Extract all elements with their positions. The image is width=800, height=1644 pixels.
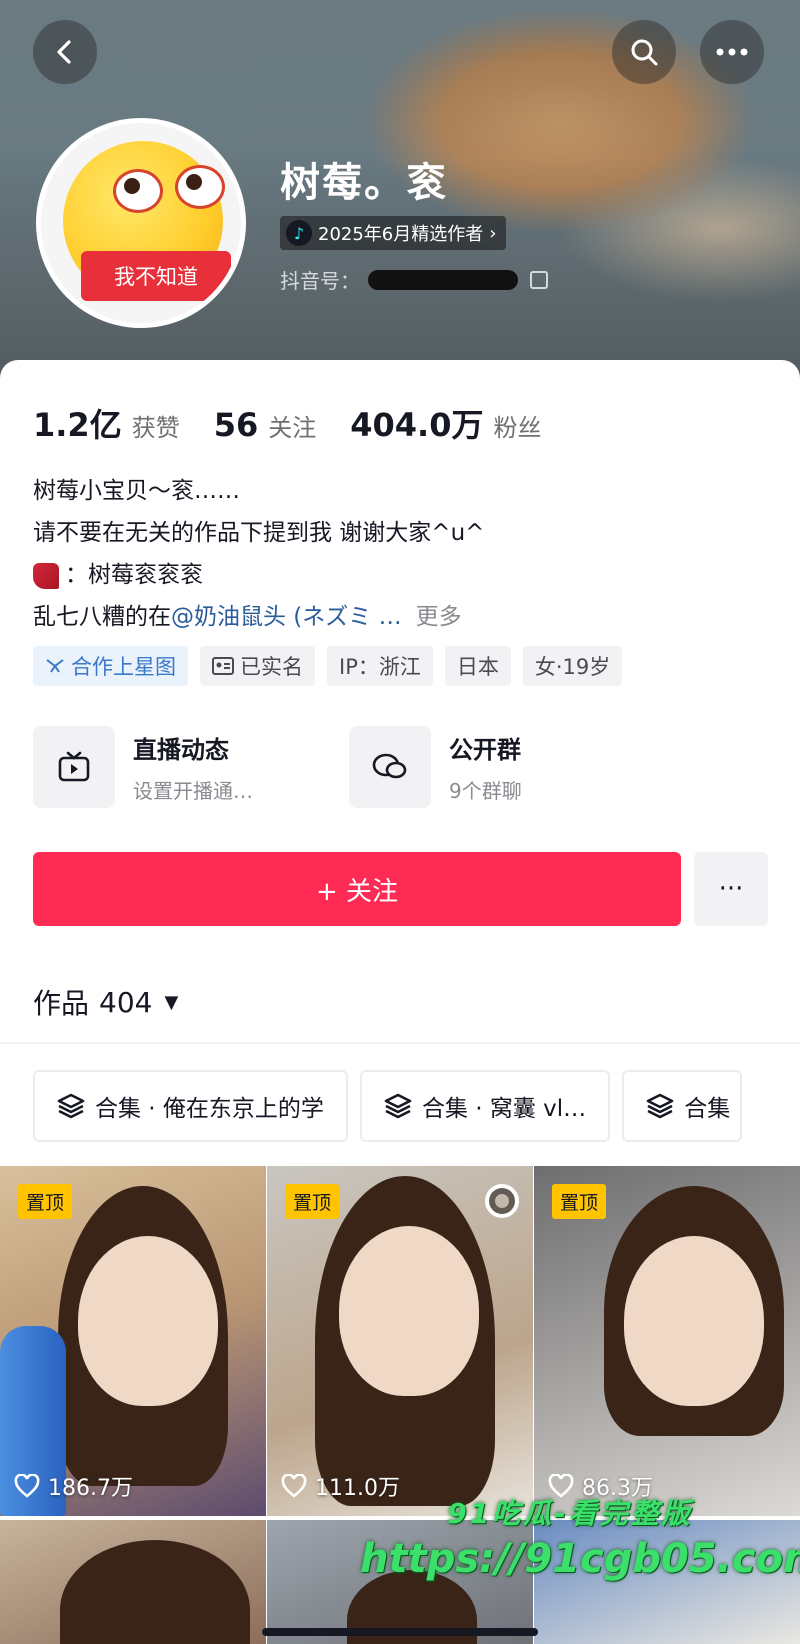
stat-followers[interactable]: 404.0万 粉丝 [350, 400, 541, 446]
douyin-id: 抖音号： [280, 265, 548, 294]
bio-more-link[interactable]: 更多 [416, 604, 462, 630]
profile-card: 1.2亿 获赞 56 关注 404.0万 粉丝 树莓小宝贝～衮…… 请不要在无关… [0, 360, 800, 1644]
copy-icon[interactable] [530, 270, 548, 289]
bio-line-4: 乱七八糟的在@奶油鼠头 (ネズミ … 更多 [33, 596, 484, 638]
stat-followers-value: 404.0万 [350, 406, 484, 444]
live-updates-link[interactable]: 直播动态 设置开播通… [33, 726, 253, 808]
back-button[interactable] [33, 20, 97, 84]
stat-following-value: 56 [213, 406, 259, 444]
follow-more-button[interactable]: ··· [694, 852, 768, 926]
tag-ip-label: IP：浙江 [339, 655, 421, 679]
tag-star-map-label: 合作上星图 [71, 655, 176, 679]
scarf-icon [33, 562, 59, 589]
stat-likes-label: 获赞 [131, 414, 180, 442]
like-count: 186.7万 [14, 1470, 133, 1502]
like-count-value: 186.7万 [48, 1476, 133, 1501]
video-thumbnail[interactable]: 置顶 86.3万 [534, 1166, 800, 1516]
chevron-right-icon: › [489, 222, 497, 244]
watermark-line-1: 91吃瓜-看完整版 [447, 1497, 693, 1530]
featured-creator-badge[interactable]: ♪ 2025年6月精选作者 › [280, 216, 507, 250]
stat-likes-value: 1.2亿 [33, 406, 122, 444]
chevron-left-icon [57, 40, 71, 64]
collection-chip[interactable]: 合集 · 俺在东京上的学 [33, 1070, 348, 1142]
bio-line-4-text: 乱七八糟的在 [33, 604, 171, 630]
collection-chip[interactable]: 合集 [622, 1070, 743, 1142]
avatar-sign: 我不知道 [81, 251, 231, 301]
works-label: 作品 [33, 987, 90, 1020]
collection-label: 合集 [684, 1096, 731, 1122]
pinned-badge: 置顶 [552, 1184, 607, 1219]
home-indicator[interactable] [262, 1628, 538, 1636]
pinned-badge: 置顶 [285, 1184, 340, 1219]
stats-row: 1.2亿 获赞 56 关注 404.0万 粉丝 [33, 400, 575, 446]
target-icon [485, 1184, 519, 1218]
tag-ip: IP：浙江 [327, 646, 433, 686]
divider [0, 1042, 800, 1044]
tag-star-map[interactable]: 合作上星图 [33, 646, 188, 686]
tag-country: 日本 [444, 646, 511, 686]
mention-link[interactable]: @奶油鼠头 (ネズミ … [171, 604, 402, 630]
more-options-button[interactable] [700, 20, 764, 84]
bio-line-3-text: ：树莓衮衮衮 [65, 562, 203, 588]
heart-icon [281, 1474, 307, 1498]
tag-country-label: 日本 [456, 655, 499, 679]
stat-followers-label: 粉丝 [493, 414, 542, 442]
layers-icon [57, 1093, 85, 1119]
search-icon [631, 39, 658, 66]
tag-gender-age: 女·19岁 [522, 646, 623, 686]
layers-icon [646, 1093, 674, 1119]
more-dots-icon [716, 48, 748, 56]
redacted-id [368, 269, 518, 290]
bio-line-1: 树莓小宝贝～衮…… [33, 478, 240, 504]
live-updates-title: 直播动态 [133, 736, 229, 764]
watermark: 91吃瓜-看完整版 https://91cgb05.com [360, 1492, 800, 1582]
profile-banner: 我不知道 树莓。衮 ♪ 2025年6月精选作者 › 抖音号： [0, 0, 800, 390]
bio-line-2: 请不要在无关的作品下提到我 谢谢大家^u^ [33, 520, 485, 546]
search-button[interactable] [612, 20, 676, 84]
video-thumbnail[interactable]: 置顶 111.0万 [267, 1166, 533, 1516]
pinned-badge: 置顶 [18, 1184, 73, 1219]
collection-chip[interactable]: 合集 · 窝囊 vl… [359, 1070, 611, 1142]
collection-label: 合集 · 窝囊 vl… [421, 1096, 587, 1122]
douyin-logo-icon: ♪ [286, 220, 312, 246]
star-map-icon [46, 659, 64, 673]
tag-verified[interactable]: 已实名 [200, 646, 315, 686]
tag-gender-age-label: 女·19岁 [534, 655, 611, 679]
watermark-line-2: https://91cgb05.com [360, 1536, 800, 1582]
tag-verified-label: 已实名 [240, 655, 303, 679]
live-updates-subtitle: 设置开播通… [133, 779, 253, 803]
stat-likes[interactable]: 1.2亿 获赞 [33, 400, 180, 446]
video-thumbnail[interactable] [0, 1520, 266, 1644]
public-groups-link[interactable]: 公开群 9个群聊 [349, 726, 522, 808]
layers-icon [384, 1093, 412, 1119]
badge-label: 2025年6月精选作者 [318, 224, 484, 245]
caret-down-icon: ▼ [164, 991, 179, 1013]
id-card-icon [212, 657, 234, 675]
works-count: 404 [99, 985, 153, 1019]
tag-row: 合作上星图 已实名 IP：浙江 日本 女·19岁 [33, 646, 623, 686]
tv-icon [33, 726, 115, 808]
video-thumbnail[interactable]: 置顶 186.7万 [0, 1166, 266, 1516]
bio: 树莓小宝贝～衮…… 请不要在无关的作品下提到我 谢谢大家^u^ ：树莓衮衮衮 乱… [33, 470, 484, 638]
heart-icon [14, 1474, 40, 1498]
collection-label: 合集 · 俺在东京上的学 [95, 1096, 324, 1122]
works-tab[interactable]: 作品 404 ▼ [33, 982, 178, 1022]
douyin-id-label: 抖音号 [280, 269, 340, 293]
stat-following[interactable]: 56 关注 [214, 406, 317, 444]
public-groups-subtitle: 9个群聊 [449, 779, 522, 803]
collections-row: 合集 · 俺在东京上的学 合集 · 窝囊 vl… 合集 [33, 1070, 743, 1142]
avatar[interactable]: 我不知道 [36, 118, 246, 328]
chat-bubbles-icon [349, 726, 431, 808]
bio-line-3: ：树莓衮衮衮 [33, 554, 484, 596]
follow-button[interactable]: + 关注 [33, 852, 681, 926]
public-groups-title: 公开群 [449, 736, 521, 764]
nickname: 树莓。衮 [280, 160, 448, 206]
stat-following-label: 关注 [268, 414, 317, 442]
